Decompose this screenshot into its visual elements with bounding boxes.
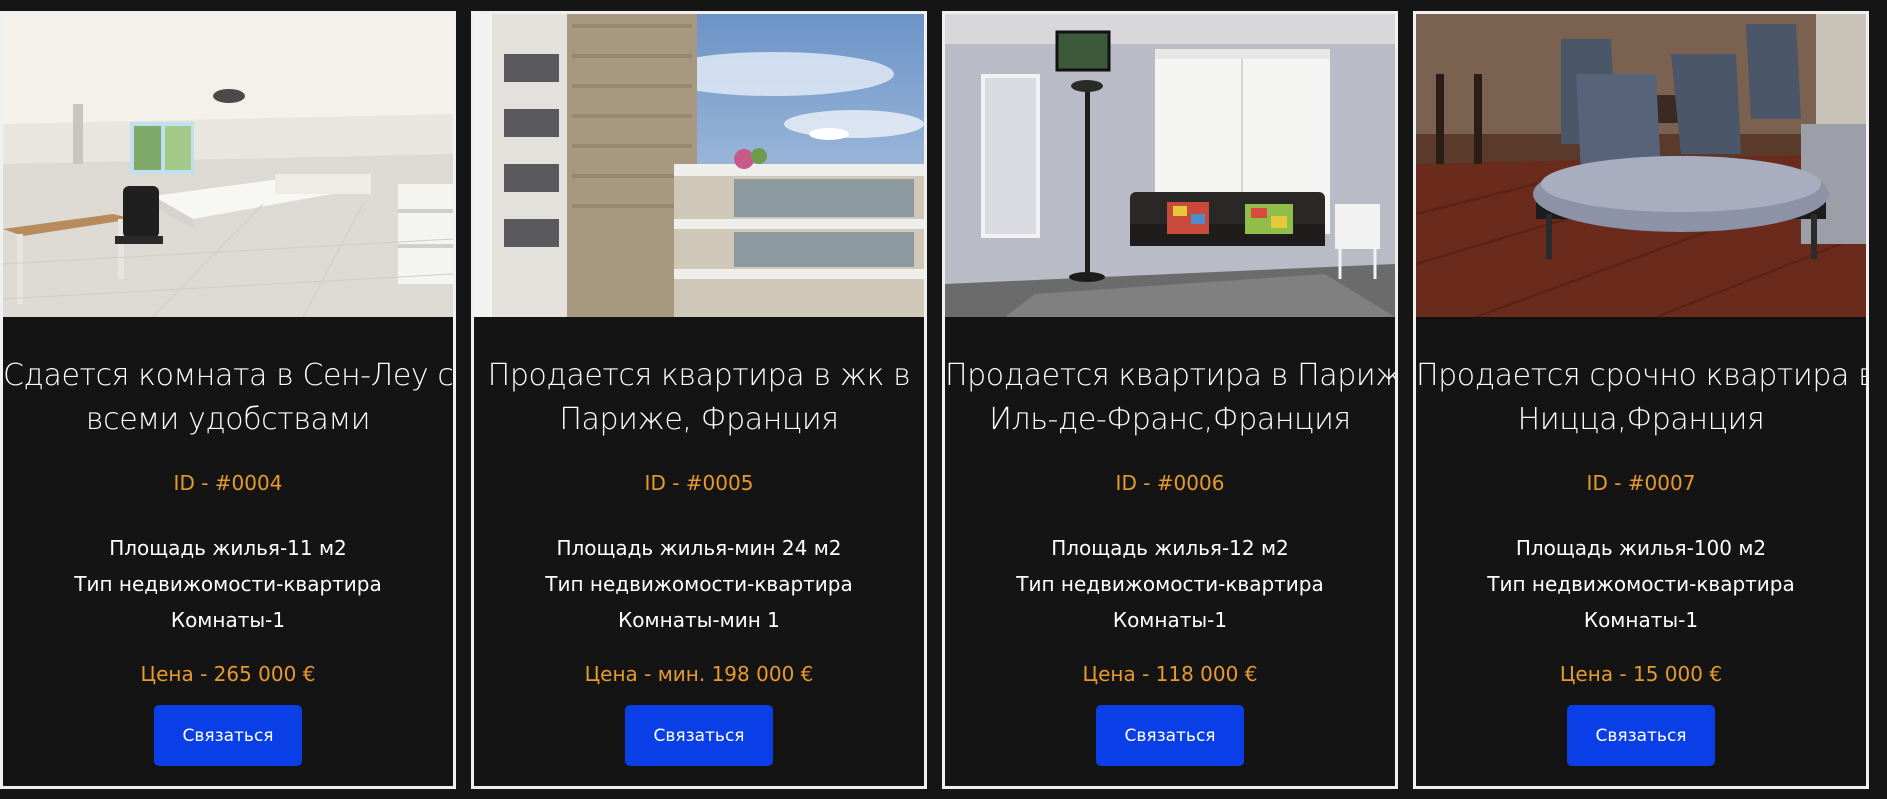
listing-specs: Площадь жилья-мин 24 м2 Тип недвижомости… bbox=[474, 530, 924, 638]
title-line: Иль-де-Франс,Франция bbox=[989, 402, 1351, 437]
spec-area: Площадь жилья-11 м2 bbox=[109, 536, 347, 560]
listing-title: Продается срочно квартира в Ницца,Франци… bbox=[1416, 354, 1866, 442]
listing-specs: Площадь жилья-11 м2 Тип недвижомости-ква… bbox=[3, 530, 453, 638]
title-line: Продается срочно квартира в bbox=[1416, 358, 1869, 393]
listing-photo[interactable] bbox=[945, 14, 1395, 317]
listing-price: Цена - 15 000 € bbox=[1559, 662, 1723, 686]
listing-card: Продается квартира в Париже Иль-де-Франс… bbox=[942, 11, 1398, 789]
spec-type: Тип недвижомости-квартира bbox=[1016, 572, 1324, 596]
title-line: Ницца,Франция bbox=[1517, 402, 1765, 437]
listing-id: ID - #0004 bbox=[173, 471, 283, 495]
spec-area: Площадь жилья-12 м2 bbox=[1051, 536, 1289, 560]
title-line: Париже, Франция bbox=[559, 402, 839, 437]
listing-id: ID - #0006 bbox=[1115, 471, 1225, 495]
title-line: всеми удобствами bbox=[85, 402, 371, 437]
title-line: Продается квартира в Париже bbox=[945, 358, 1398, 393]
spec-area: Площадь жилья-100 м2 bbox=[1515, 536, 1767, 560]
spec-type: Тип недвижомости-квартира bbox=[1487, 572, 1795, 596]
listing-photo[interactable] bbox=[1416, 14, 1866, 317]
listing-price: Цена - 118 000 € bbox=[1082, 662, 1258, 686]
spec-type: Тип недвижомости-квартира bbox=[74, 572, 382, 596]
listing-photo[interactable] bbox=[474, 14, 924, 317]
spec-rooms: Комнаты-мин 1 bbox=[618, 608, 780, 632]
listing-title: Продается квартира в Париже Иль-де-Франс… bbox=[945, 354, 1395, 442]
listing-title: Продается квартира в жк в Париже, Франци… bbox=[474, 354, 924, 442]
contact-button[interactable]: Связаться bbox=[154, 705, 302, 766]
contact-button[interactable]: Связаться bbox=[625, 705, 773, 766]
spec-rooms: Комнаты-1 bbox=[1112, 608, 1228, 632]
contact-button[interactable]: Связаться bbox=[1096, 705, 1244, 766]
listing-specs: Площадь жилья-12 м2 Тип недвижомости-ква… bbox=[945, 530, 1395, 638]
listing-price: Цена - 265 000 € bbox=[140, 662, 316, 686]
listing-card: Продается срочно квартира в Ницца,Франци… bbox=[1413, 11, 1869, 789]
listing-card: Сдается комната в Сен-Леу со всеми удобс… bbox=[0, 11, 456, 789]
title-line: Продается квартира в жк в bbox=[487, 358, 911, 393]
spec-area: Площадь жилья-мин 24 м2 bbox=[556, 536, 842, 560]
listing-id: ID - #0007 bbox=[1586, 471, 1696, 495]
spec-rooms: Комнаты-1 bbox=[1583, 608, 1699, 632]
spec-type: Тип недвижомости-квартира bbox=[545, 572, 853, 596]
title-line: Сдается комната в Сен-Леу со bbox=[3, 358, 456, 393]
spec-rooms: Комнаты-1 bbox=[170, 608, 286, 632]
listings-grid: Сдается комната в Сен-Леу со всеми удобс… bbox=[0, 11, 1887, 789]
listing-card: Продается квартира в жк в Париже, Франци… bbox=[471, 11, 927, 789]
contact-button[interactable]: Связаться bbox=[1567, 705, 1715, 766]
listing-specs: Площадь жилья-100 м2 Тип недвижомости-кв… bbox=[1416, 530, 1866, 638]
listing-id: ID - #0005 bbox=[644, 471, 754, 495]
listing-photo[interactable] bbox=[3, 14, 453, 317]
listing-title: Сдается комната в Сен-Леу со всеми удобс… bbox=[3, 354, 453, 442]
listing-price: Цена - мин. 198 000 € bbox=[584, 662, 814, 686]
